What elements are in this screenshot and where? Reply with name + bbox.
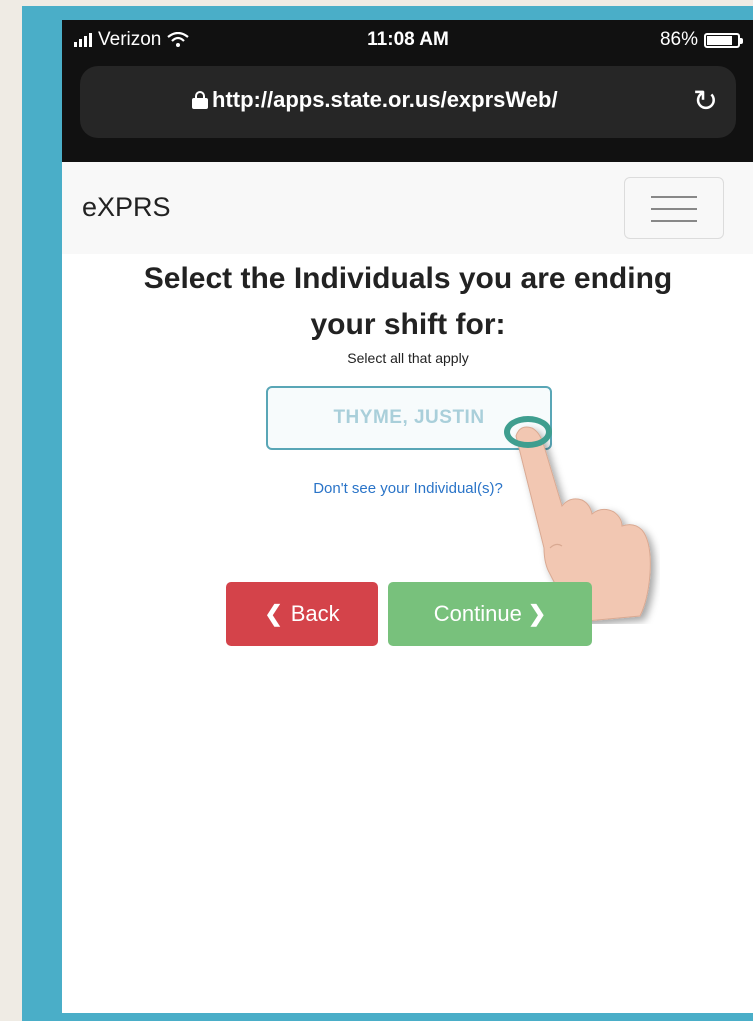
chevron-left-icon: ❮ <box>264 601 283 626</box>
navbar: eXPRS <box>62 162 753 254</box>
touch-indicator <box>504 416 552 448</box>
chevron-right-icon: ❯ <box>527 601 547 626</box>
status-right: 86% <box>659 29 743 51</box>
lock-icon <box>192 91 208 109</box>
continue-button[interactable]: Continue ❯ <box>388 582 592 646</box>
page-title-line-2: your shift for: <box>310 308 506 341</box>
status-bar: Verizon 11:08 AM 86% <box>62 20 753 60</box>
instruction-text: Select all that apply <box>347 350 469 366</box>
back-button-label: Back <box>290 601 340 626</box>
phone-screen: Verizon 11:08 AM 86% http://apps.state.o… <box>62 20 753 1013</box>
device-frame: Verizon 11:08 AM 86% http://apps.state.o… <box>22 6 753 1021</box>
url-text: http://apps.state.or.us/exprsWeb/ <box>212 87 558 112</box>
hamburger-menu-icon[interactable] <box>624 177 724 239</box>
battery-percent: 86% <box>659 29 698 50</box>
page-title-line-1: Select the Individuals you are ending <box>143 262 673 295</box>
page-title: Select the Individuals you are ending yo… <box>62 256 753 348</box>
brand-logo[interactable]: eXPRS <box>82 192 171 223</box>
continue-button-label: Continue <box>433 601 522 626</box>
browser-toolbar: http://apps.state.or.us/exprsWeb/ ↻ <box>62 60 753 162</box>
reload-icon[interactable]: ↻ <box>693 82 718 122</box>
back-button[interactable]: ❮ Back <box>226 582 378 646</box>
battery-icon <box>704 32 743 48</box>
clock: 11:08 AM <box>367 29 449 50</box>
address-bar[interactable]: http://apps.state.or.us/exprsWeb/ ↻ <box>80 66 736 138</box>
url-display[interactable]: http://apps.state.or.us/exprsWeb/ <box>192 87 558 113</box>
